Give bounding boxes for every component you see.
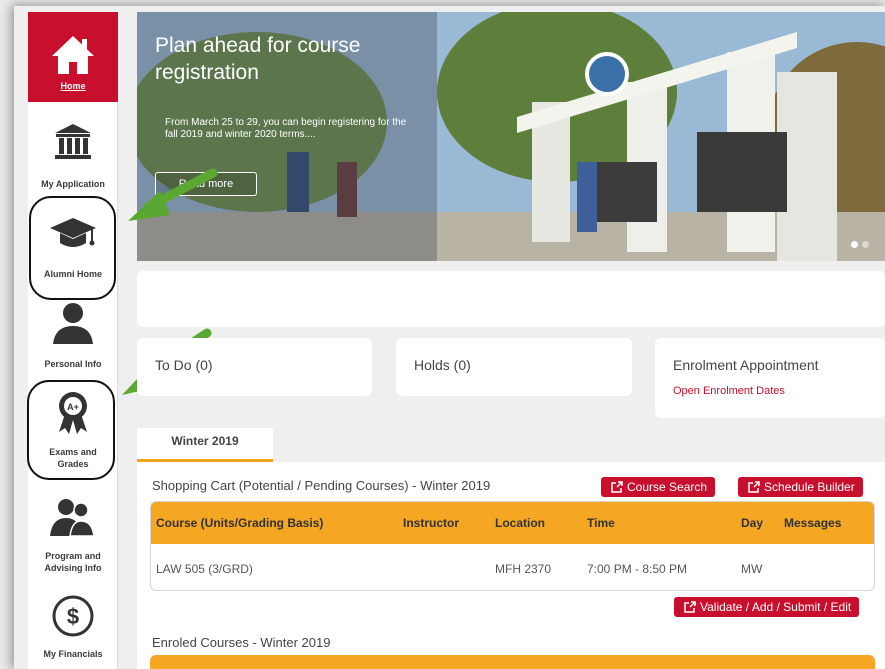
schedule-builder-button[interactable]: Schedule Builder [738,477,863,497]
announcement-banner: Plan ahead for course registration From … [137,12,885,261]
open-enrolment-dates-link[interactable]: Open Enrolment Dates [673,385,785,397]
column-header[interactable]: Instructor [403,516,459,530]
external-link-icon [684,601,696,613]
todo-title: To Do (0) [155,357,213,373]
enrolment-title: Enrolment Appointment [673,357,819,373]
banner-title: Plan ahead for course registration [155,34,361,84]
home-icon [52,36,94,74]
column-header[interactable]: Messages [784,516,841,530]
green-arrow-icon [128,168,218,221]
sidebar-item-personal-info[interactable]: Personal Info [28,300,118,380]
enrolled-table-header [150,655,875,669]
holds-title: Holds (0) [414,357,471,373]
enrolment-appointment-card: Enrolment Appointment Open Enrolment Dat… [655,338,885,418]
cell-day: MW [741,562,763,576]
course-search-label: Course Search [627,480,708,494]
todo-card[interactable]: To Do (0) [137,338,372,396]
external-link-icon [611,481,623,493]
shopping-cart-table: Course (Units/Grading Basis) Instructor … [150,501,875,591]
people-icon [50,499,95,537]
sidebar-item-label: Personal Info [44,359,102,369]
enrolled-courses-title: Enroled Courses - Winter 2019 [152,635,331,650]
sidebar-item-my-financials[interactable]: $ My Financials [28,592,118,669]
carousel-dot[interactable] [851,241,858,248]
sidebar-item-label: Program and Advising Info [44,551,102,573]
column-header[interactable]: Time [587,516,615,530]
column-header[interactable]: Location [495,516,545,530]
sidebar-item-label: Home [60,81,86,91]
validate-add-submit-edit-label: Validate / Add / Submit / Edit [700,600,852,614]
institution-icon [55,124,91,159]
person-icon [53,303,93,344]
cell-time: 7:00 PM - 8:50 PM [587,562,688,576]
sidebar-item-program-and-advising-info[interactable]: Program and Advising Info [28,496,118,576]
annotation-circle-exams [27,380,115,480]
shopping-cart-title: Shopping Cart (Potential / Pending Cours… [152,478,491,493]
carousel-dot[interactable] [862,241,869,248]
table-header: Course (Units/Grading Basis) Instructor … [151,502,874,544]
holds-card[interactable]: Holds (0) [396,338,632,396]
annotation-circle-alumni [29,196,116,300]
sidebar-item-home[interactable]: Home [28,12,118,102]
sidebar-item-label: My Financials [43,649,103,659]
sidebar-item-my-application[interactable]: My Application [28,116,118,196]
column-header[interactable]: Course (Units/Grading Basis) [156,516,323,530]
dollar-circle-icon: $ [52,595,94,637]
tab-winter-2019[interactable]: Winter 2019 [137,428,273,462]
schedule-builder-label: Schedule Builder [764,480,855,494]
blank-card [137,271,885,327]
column-header[interactable]: Day [741,516,763,530]
sidebar: Home My Application Alumni Home Personal… [28,12,118,669]
course-search-button[interactable]: Course Search [601,477,716,497]
external-link-icon [748,481,760,493]
cell-course: LAW 505 (3/GRD) [156,562,253,576]
cell-location: MFH 2370 [495,562,552,576]
carousel-indicators [847,235,869,253]
sidebar-item-label: My Application [41,179,105,189]
svg-text:$: $ [67,604,79,629]
banner-description: From March 25 to 29, you can begin regis… [165,117,407,140]
validate-add-submit-edit-button[interactable]: Validate / Add / Submit / Edit [674,597,860,617]
